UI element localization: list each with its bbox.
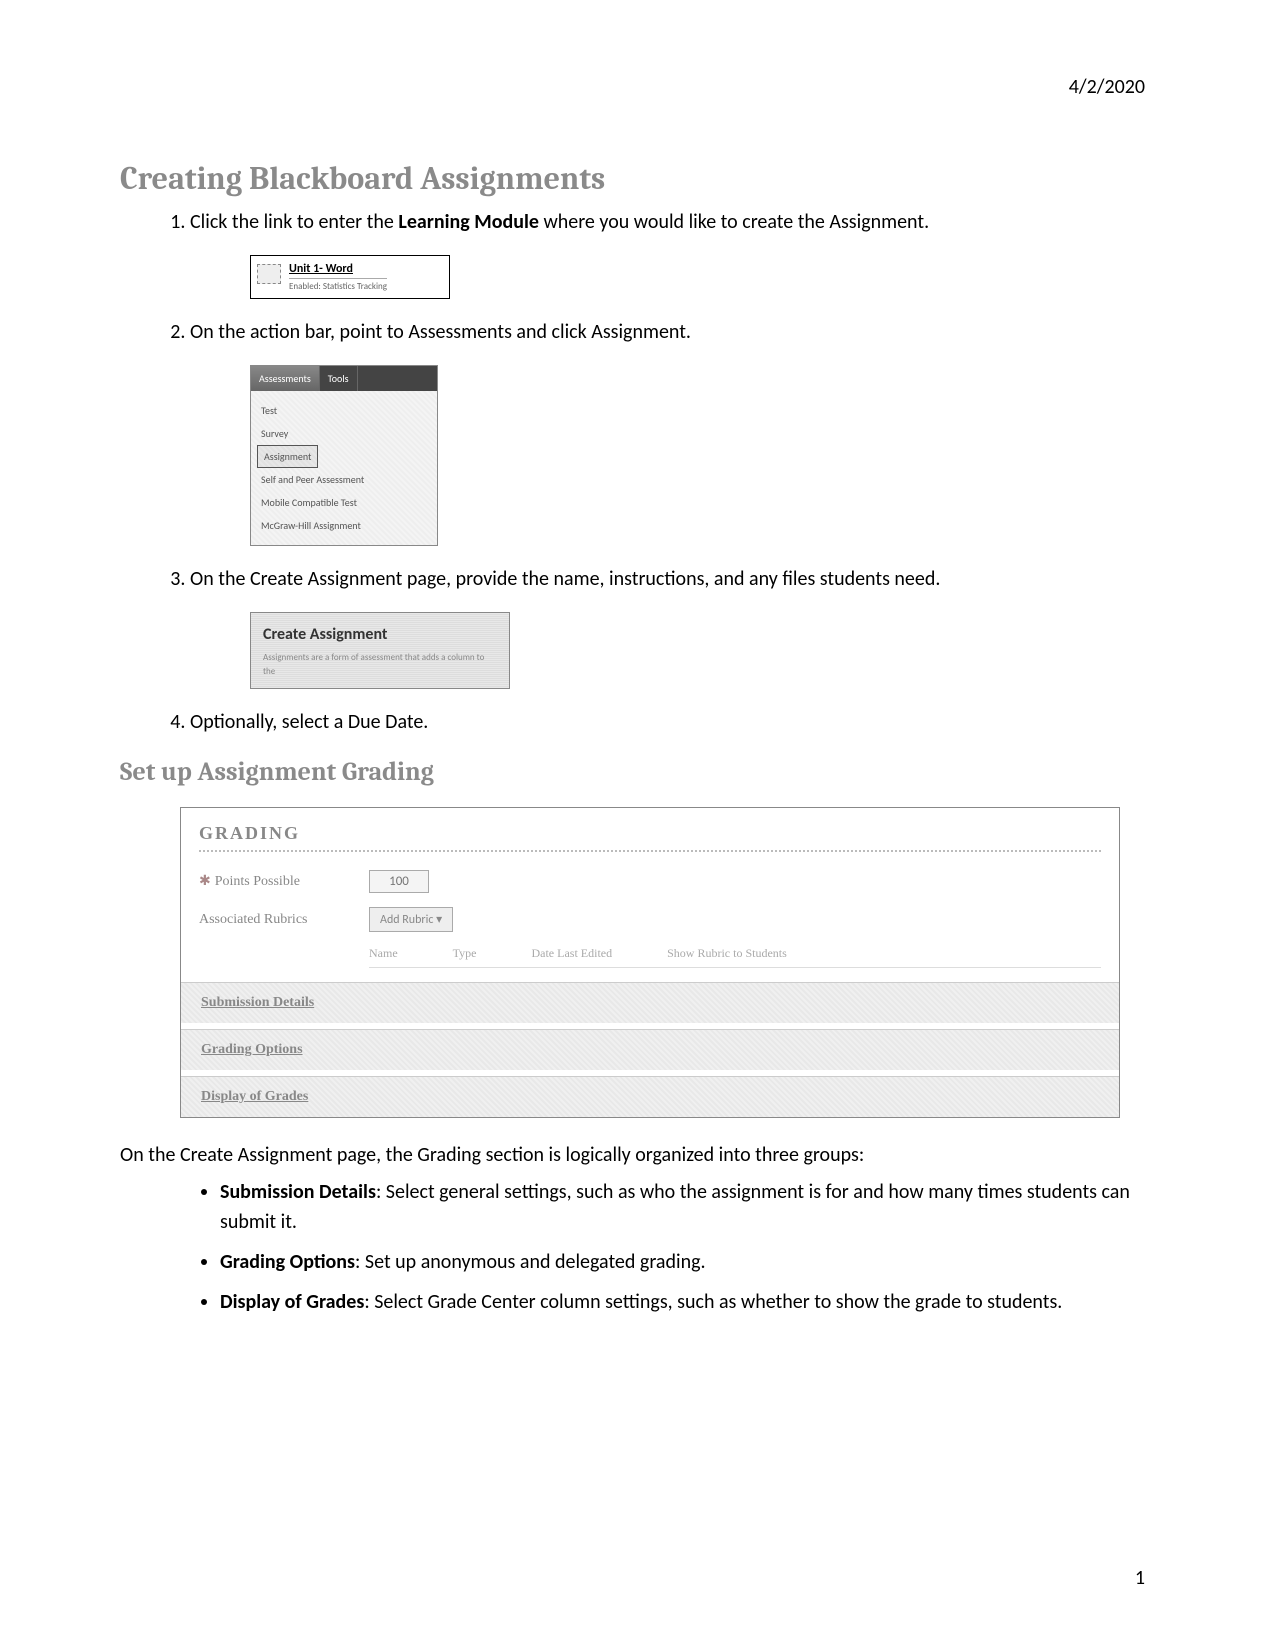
subheading-grading: Set up Assignment Grading: [120, 757, 1155, 787]
unit-title: Unit 1- Word: [289, 262, 387, 279]
bullet-3-bold: Display of Grades: [220, 1290, 364, 1314]
bullet-1-bold: Submission Details: [220, 1180, 376, 1204]
menu-item-assignment: Assignment: [257, 445, 318, 468]
step-1-bold: Learning Module: [398, 210, 539, 234]
bullet-list: Submission Details: Select general setti…: [120, 1177, 1155, 1317]
accordion-display-grades: Display of Grades: [181, 1076, 1119, 1117]
row-points-possible: ✱ Points Possible 100: [199, 870, 1101, 893]
numbered-steps: Click the link to enter the Learning Mod…: [120, 207, 1155, 737]
create-assignment-title: Create Assignment: [263, 623, 497, 647]
menu-item-mobile-test: Mobile Compatible Test: [257, 491, 431, 514]
menu-tab-row: Assessments Tools: [251, 366, 437, 391]
rubric-columns-header: Name Type Date Last Edited Show Rubric t…: [369, 946, 1101, 968]
screenshot-unit-module: Unit 1- Word Enabled: Statistics Trackin…: [250, 255, 450, 299]
document-date: 4/2/2020: [1069, 75, 1145, 99]
folder-icon: [257, 264, 281, 284]
unit-text-block: Unit 1- Word Enabled: Statistics Trackin…: [289, 262, 387, 292]
menu-item-self-peer: Self and Peer Assessment: [257, 468, 431, 491]
step-3-text: On the Create Assignment page, provide t…: [190, 567, 940, 591]
col-type: Type: [453, 946, 477, 961]
col-name: Name: [369, 946, 398, 961]
step-1-post: where you would like to create the Assig…: [539, 210, 929, 234]
tab-tools: Tools: [320, 366, 358, 391]
step-2-text: On the action bar, point to Assessments …: [190, 320, 691, 344]
unit-subtitle: Enabled: Statistics Tracking: [289, 281, 387, 293]
menu-item-survey: Survey: [257, 422, 431, 445]
grading-heading: GRADING: [199, 823, 1101, 852]
bullet-display-grades: Display of Grades: Select Grade Center c…: [220, 1287, 1155, 1317]
step-2: On the action bar, point to Assessments …: [190, 317, 1155, 546]
step-4: Optionally, select a Due Date.: [190, 707, 1155, 737]
bullet-2-rest: : Set up anonymous and delegated grading…: [355, 1250, 706, 1274]
col-date-edited: Date Last Edited: [531, 946, 612, 961]
points-possible-label-text: Points Possible: [215, 874, 300, 889]
menu-item-mcgraw: McGraw-Hill Assignment: [257, 514, 431, 537]
menu-item-test: Test: [257, 399, 431, 422]
accordion-grading-options: Grading Options: [181, 1029, 1119, 1070]
screenshot-create-assignment: Create Assignment Assignments are a form…: [250, 612, 510, 689]
bullet-grading-options: Grading Options: Set up anonymous and de…: [220, 1247, 1155, 1277]
bullet-2-bold: Grading Options: [220, 1250, 355, 1274]
tab-assessments: Assessments: [251, 366, 320, 391]
step-1: Click the link to enter the Learning Mod…: [190, 207, 1155, 299]
col-show-rubric: Show Rubric to Students: [667, 946, 787, 961]
dropdown-body: Test Survey Assignment Self and Peer Ass…: [251, 391, 437, 545]
screenshot-assessments-menu: Assessments Tools Test Survey Assignment…: [250, 365, 438, 546]
required-asterisk-icon: ✱: [199, 874, 211, 889]
input-points-possible: 100: [369, 870, 429, 893]
label-points-possible: ✱ Points Possible: [199, 873, 369, 890]
screenshot-grading-panel: GRADING ✱ Points Possible 100 Associated …: [180, 807, 1120, 1118]
bullet-submission-details: Submission Details: Select general setti…: [220, 1177, 1155, 1237]
page-number: 1: [1135, 1566, 1145, 1590]
button-add-rubric: Add Rubric ▾: [369, 907, 453, 932]
row-associated-rubrics: Associated Rubrics Add Rubric ▾: [199, 907, 1101, 932]
body-paragraph: On the Create Assignment page, the Gradi…: [120, 1143, 1155, 1167]
page-title: Creating Blackboard Assignments: [120, 160, 1155, 197]
accordion-submission-details: Submission Details: [181, 982, 1119, 1023]
step-4-text: Optionally, select a Due Date.: [190, 710, 428, 734]
label-associated-rubrics: Associated Rubrics: [199, 912, 369, 928]
bullet-3-rest: : Select Grade Center column settings, s…: [364, 1290, 1062, 1314]
create-assignment-subtitle: Assignments are a form of assessment tha…: [263, 651, 497, 678]
step-1-pre: Click the link to enter the: [190, 210, 398, 234]
step-3: On the Create Assignment page, provide t…: [190, 564, 1155, 689]
